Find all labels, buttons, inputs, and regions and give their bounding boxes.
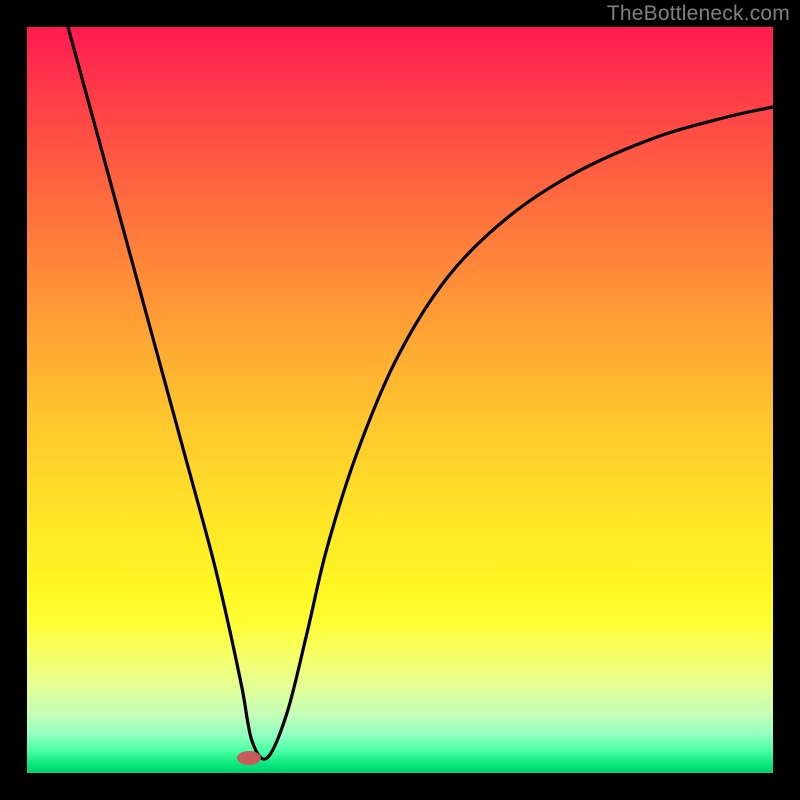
plot-area [27,27,773,773]
bottleneck-curve [68,27,773,759]
curve-svg [27,27,773,773]
chart-frame: TheBottleneck.com [0,0,800,800]
minimum-marker [237,751,261,765]
watermark-text: TheBottleneck.com [607,2,790,26]
